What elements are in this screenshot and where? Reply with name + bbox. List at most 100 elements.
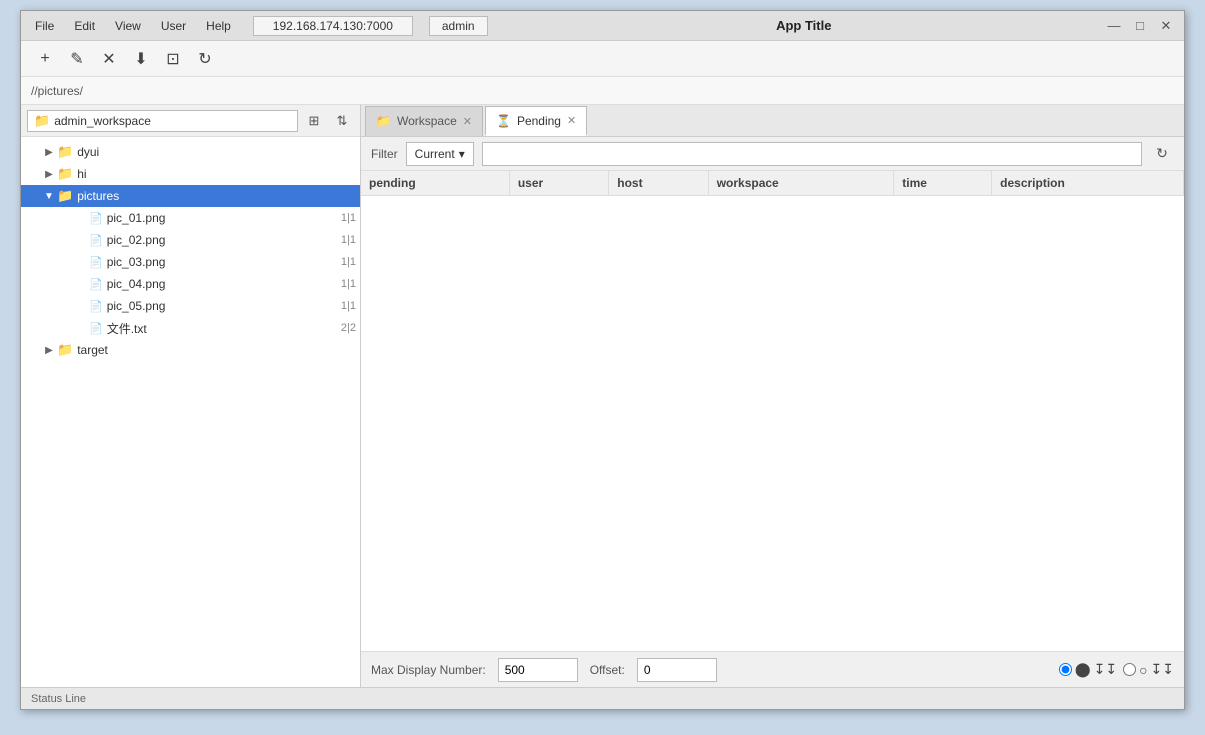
window-title: App Title: [504, 18, 1104, 33]
tree-item-pic05[interactable]: ▶ 📄 pic_05.png 1|1: [21, 295, 360, 317]
badge-pic02: 1|1: [341, 234, 356, 246]
col-workspace: workspace: [708, 171, 894, 196]
col-user: user: [509, 171, 608, 196]
main-window: File Edit View User Help 192.168.174.130…: [20, 10, 1185, 710]
tree-label-pic01: pic_01.png: [107, 211, 337, 225]
filter-bar: Filter Current ▾ ↻: [361, 137, 1184, 171]
file-icon-pic05: 📄: [89, 300, 103, 313]
maximize-button[interactable]: □: [1130, 17, 1150, 35]
tree-item-dyui[interactable]: ▶ 📁 dyui: [21, 141, 360, 163]
toolbar: + ✎ ✕ ⬇ ⊡ ↻: [21, 41, 1184, 77]
sort-asc-icon: ⬤: [1075, 661, 1091, 678]
minimize-button[interactable]: —: [1104, 17, 1124, 35]
edit-button[interactable]: ✎: [63, 45, 91, 73]
workspace-tab-close[interactable]: ✕: [463, 115, 472, 128]
tree-label-pic05: pic_05.png: [107, 299, 337, 313]
left-panel: 📁 admin_workspace ⊞ ⇅ ▶ 📁 dyui ▶ 📁 hi: [21, 105, 361, 687]
tree-label-dyui: dyui: [77, 145, 356, 159]
tree-label-target: target: [77, 343, 356, 357]
folder-icon-hi: 📁: [57, 166, 73, 182]
radio-asc-input[interactable]: [1059, 663, 1072, 676]
user-tab[interactable]: admin: [429, 16, 488, 36]
expand-arrow-dyui: ▶: [41, 144, 57, 160]
tree-item-pic04[interactable]: ▶ 📄 pic_04.png 1|1: [21, 273, 360, 295]
menu-file[interactable]: File: [29, 17, 60, 35]
pending-table: pending user host workspace time descrip…: [361, 171, 1184, 651]
badge-pic04: 1|1: [341, 278, 356, 290]
filter-label: Filter: [371, 147, 398, 161]
right-panel: 📁 Workspace ✕ ⏳ Pending ✕ Filter Current…: [361, 105, 1184, 687]
filter-search-input[interactable]: [482, 142, 1142, 166]
download-button[interactable]: ⬇: [127, 45, 155, 73]
bottom-bar: Max Display Number: Offset: ⬤ ↧↧ ○ ↧↧: [361, 651, 1184, 687]
radio-desc-input[interactable]: [1123, 663, 1136, 676]
workspace-new-button[interactable]: ⊞: [302, 109, 326, 133]
file-icon-pic04: 📄: [89, 278, 103, 291]
tree-label-hi: hi: [77, 167, 356, 181]
col-host: host: [609, 171, 708, 196]
tree-label-pic02: pic_02.png: [107, 233, 337, 247]
file-icon-pic03: 📄: [89, 256, 103, 269]
tree-item-hi[interactable]: ▶ 📁 hi: [21, 163, 360, 185]
badge-pic01: 1|1: [341, 212, 356, 224]
table-header: pending user host workspace time descrip…: [361, 171, 1184, 196]
tree-label-pic03: pic_03.png: [107, 255, 337, 269]
close-x-button[interactable]: ✕: [95, 45, 123, 73]
close-button[interactable]: ✕: [1156, 17, 1176, 35]
menu-user[interactable]: User: [155, 17, 192, 35]
sort-desc-arrows: ↧↧: [1151, 661, 1174, 678]
tab-pending[interactable]: ⏳ Pending ✕: [485, 106, 587, 136]
folder-icon-pictures: 📁: [57, 188, 73, 204]
workspace-bar: 📁 admin_workspace ⊞ ⇅: [21, 105, 360, 137]
content-area: 📁 admin_workspace ⊞ ⇅ ▶ 📁 dyui ▶ 📁 hi: [21, 105, 1184, 687]
address-tab[interactable]: 192.168.174.130:7000: [253, 16, 413, 36]
workspace-selector[interactable]: 📁 admin_workspace: [27, 110, 298, 132]
expand-arrow-pictures: ▼: [41, 188, 57, 204]
tree-item-pic03[interactable]: ▶ 📄 pic_03.png 1|1: [21, 251, 360, 273]
col-description: description: [992, 171, 1184, 196]
tab-workspace[interactable]: 📁 Workspace ✕: [365, 106, 483, 136]
tree-item-pic02[interactable]: ▶ 📄 pic_02.png 1|1: [21, 229, 360, 251]
max-display-input[interactable]: [498, 658, 578, 682]
tab-pending-label: Pending: [517, 114, 561, 128]
radio-desc[interactable]: ○ ↧↧: [1123, 661, 1174, 678]
workspace-sort-button[interactable]: ⇅: [330, 109, 354, 133]
file-icon-pic02: 📄: [89, 234, 103, 247]
add-button[interactable]: +: [31, 45, 59, 73]
filter-refresh-button[interactable]: ↻: [1150, 142, 1174, 166]
badge-pic03: 1|1: [341, 256, 356, 268]
expand-arrow-hi: ▶: [41, 166, 57, 182]
menu-help[interactable]: Help: [200, 17, 237, 35]
folder-icon-dyui: 📁: [57, 144, 73, 160]
col-pending: pending: [361, 171, 509, 196]
max-display-label: Max Display Number:: [371, 663, 486, 677]
pending-tab-close[interactable]: ✕: [567, 114, 576, 127]
workspace-tab-icon: 📁: [376, 114, 391, 128]
col-time: time: [894, 171, 992, 196]
save-button[interactable]: ⊡: [159, 45, 187, 73]
pending-tab-icon: ⏳: [496, 114, 511, 128]
sort-asc-arrows: ↧↧: [1094, 661, 1117, 678]
workspace-name: admin_workspace: [54, 114, 151, 128]
refresh-button[interactable]: ↻: [191, 45, 219, 73]
menu-view[interactable]: View: [109, 17, 147, 35]
menu-edit[interactable]: Edit: [68, 17, 101, 35]
tree-item-pictures[interactable]: ▼ 📁 pictures: [21, 185, 360, 207]
offset-input[interactable]: [637, 658, 717, 682]
tabs-bar: 📁 Workspace ✕ ⏳ Pending ✕: [361, 105, 1184, 137]
tab-workspace-label: Workspace: [397, 114, 457, 128]
filter-dropdown[interactable]: Current ▾: [406, 142, 474, 166]
expand-arrow-target: ▶: [41, 342, 57, 358]
tree-item-pic01[interactable]: ▶ 📄 pic_01.png 1|1: [21, 207, 360, 229]
sort-desc-icon: ○: [1139, 662, 1147, 678]
current-path: //pictures/: [31, 84, 83, 98]
radio-asc[interactable]: ⬤ ↧↧: [1059, 661, 1117, 678]
tree-item-textfile[interactable]: ▶ 📄 文件.txt 2|2: [21, 317, 360, 339]
badge-textfile: 2|2: [341, 322, 356, 334]
status-text: Status Line: [31, 693, 86, 705]
tree-label-textfile: 文件.txt: [107, 320, 337, 337]
tree-label-pictures: pictures: [77, 189, 356, 203]
filter-option: Current: [415, 147, 455, 161]
file-icon-textfile: 📄: [89, 322, 103, 335]
tree-item-target[interactable]: ▶ 📁 target: [21, 339, 360, 361]
